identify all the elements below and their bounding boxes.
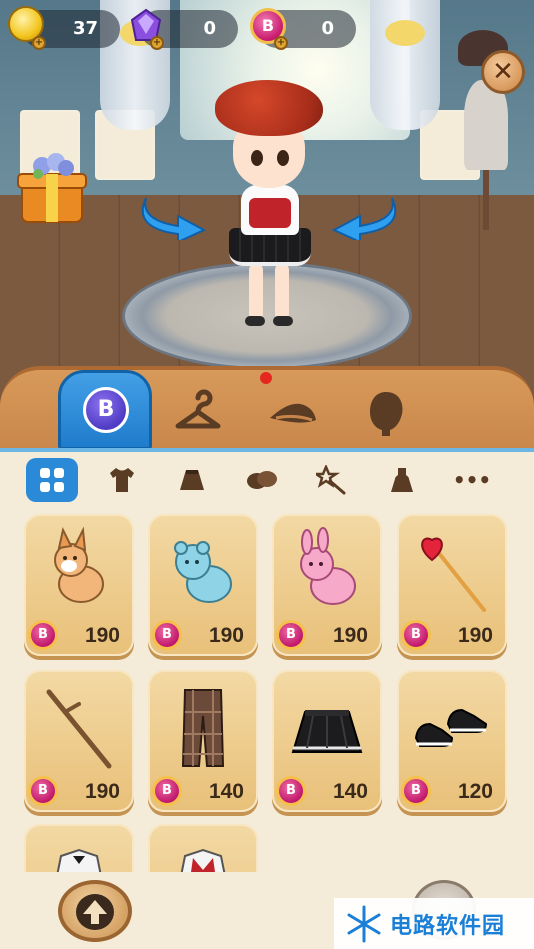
item-price: 190 (457, 624, 493, 647)
item-card-heart-wand[interactable]: B 190 (397, 514, 507, 656)
item-price: 190 (208, 624, 244, 647)
item-card-plaid-pants[interactable]: B 140 (148, 670, 258, 812)
b-coin-icon: B (152, 620, 182, 650)
grid-icon (40, 468, 64, 492)
b-coin-icon: B (28, 620, 58, 650)
item-price: 190 (84, 780, 120, 803)
tab-b-shop[interactable]: B (58, 370, 152, 450)
b-coin-icon: B (401, 776, 431, 806)
notification-dot (260, 372, 272, 384)
b-coin-icon: B (276, 776, 306, 806)
item-card-black-sneakers[interactable]: B 120 (397, 670, 507, 812)
item-card-wooden-stick[interactable]: B 190 (24, 670, 134, 812)
item-card-black-pleated-skirt[interactable]: B 140 (272, 670, 382, 812)
rotate-left-arrow-icon[interactable] (330, 190, 400, 240)
heart-wand-icon (421, 537, 486, 612)
player-character[interactable] (215, 80, 325, 340)
subcategory-bar: ••• (0, 452, 534, 502)
item-price: 190 (84, 624, 120, 647)
subtab-more[interactable]: ••• (446, 458, 498, 502)
b-badge-icon: B (83, 387, 129, 433)
watermark: 电路软件园 (334, 898, 534, 949)
item-card-blue-bear-plush[interactable]: B 190 (148, 514, 258, 656)
item-price: 140 (332, 780, 368, 803)
wand-icon (316, 465, 346, 495)
item-card-pink-bunny-plush[interactable]: B 190 (272, 514, 382, 656)
item-card-fox-plush[interactable]: B 190 (24, 514, 134, 656)
tshirt-icon (110, 468, 134, 492)
character-vest (249, 198, 291, 228)
gift-box-icon[interactable] (16, 152, 88, 226)
tab-hair-head-icon[interactable] (356, 384, 416, 440)
subtab-bottoms[interactable] (166, 458, 218, 502)
item-card-white-shirt[interactable] (24, 824, 134, 872)
tab-clothes-hanger-icon[interactable] (168, 384, 228, 440)
white-shirt-icon (56, 848, 102, 872)
item-grid-overflow (0, 822, 534, 872)
add-b-coins-icon[interactable]: + (274, 36, 288, 50)
rotate-right-arrow-icon[interactable] (138, 190, 208, 240)
item-price: 120 (457, 780, 493, 803)
skirt-icon (180, 470, 204, 490)
black-sneakers-icon (414, 708, 488, 747)
scroll-up-button[interactable] (58, 880, 132, 942)
item-price: 190 (332, 624, 368, 647)
wooden-stick-icon (46, 689, 112, 769)
pink-bunny-plush-icon (300, 527, 356, 605)
b-coin-icon: B (28, 776, 58, 806)
b-coins-value: 0 (321, 18, 334, 39)
fox-plush-icon (54, 526, 104, 603)
snowflake-logo-icon (347, 905, 381, 942)
watermark-text: 电路软件园 (390, 913, 506, 939)
red-vest-shirt-icon (180, 848, 226, 872)
dress-icon (391, 468, 413, 492)
add-gems-icon[interactable]: + (150, 36, 164, 50)
subtab-dresses[interactable] (376, 458, 428, 502)
close-button[interactable]: ✕ (481, 50, 525, 94)
b-coin-icon: B (152, 776, 182, 806)
item-grid: B 190 B 190 B 190 B 190 B 190 B 140 B 14… (0, 512, 534, 872)
shoes-icon (247, 471, 277, 489)
item-price: 140 (208, 780, 244, 803)
item-card-red-vest-shirt[interactable] (148, 824, 258, 872)
b-coin-icon: B (276, 620, 306, 650)
plaid-pants-icon (181, 689, 225, 767)
subtab-all[interactable] (26, 458, 78, 502)
subtab-tops[interactable] (96, 458, 148, 502)
subtab-accessories[interactable] (306, 458, 358, 502)
gems-value: 0 (203, 18, 216, 39)
more-dots-icon: ••• (452, 468, 492, 492)
subtab-shoes[interactable] (236, 458, 288, 502)
character-hair (215, 80, 323, 136)
blue-bear-plush-icon (174, 541, 232, 603)
b-coin-icon: B (401, 620, 431, 650)
coins-value: 37 (72, 18, 98, 39)
tab-hat-icon[interactable] (262, 384, 322, 440)
arrow-up-icon (76, 894, 114, 930)
curtain-bow (385, 20, 425, 46)
black-pleated-skirt-icon (291, 710, 363, 753)
add-coins-icon[interactable]: + (32, 36, 46, 50)
